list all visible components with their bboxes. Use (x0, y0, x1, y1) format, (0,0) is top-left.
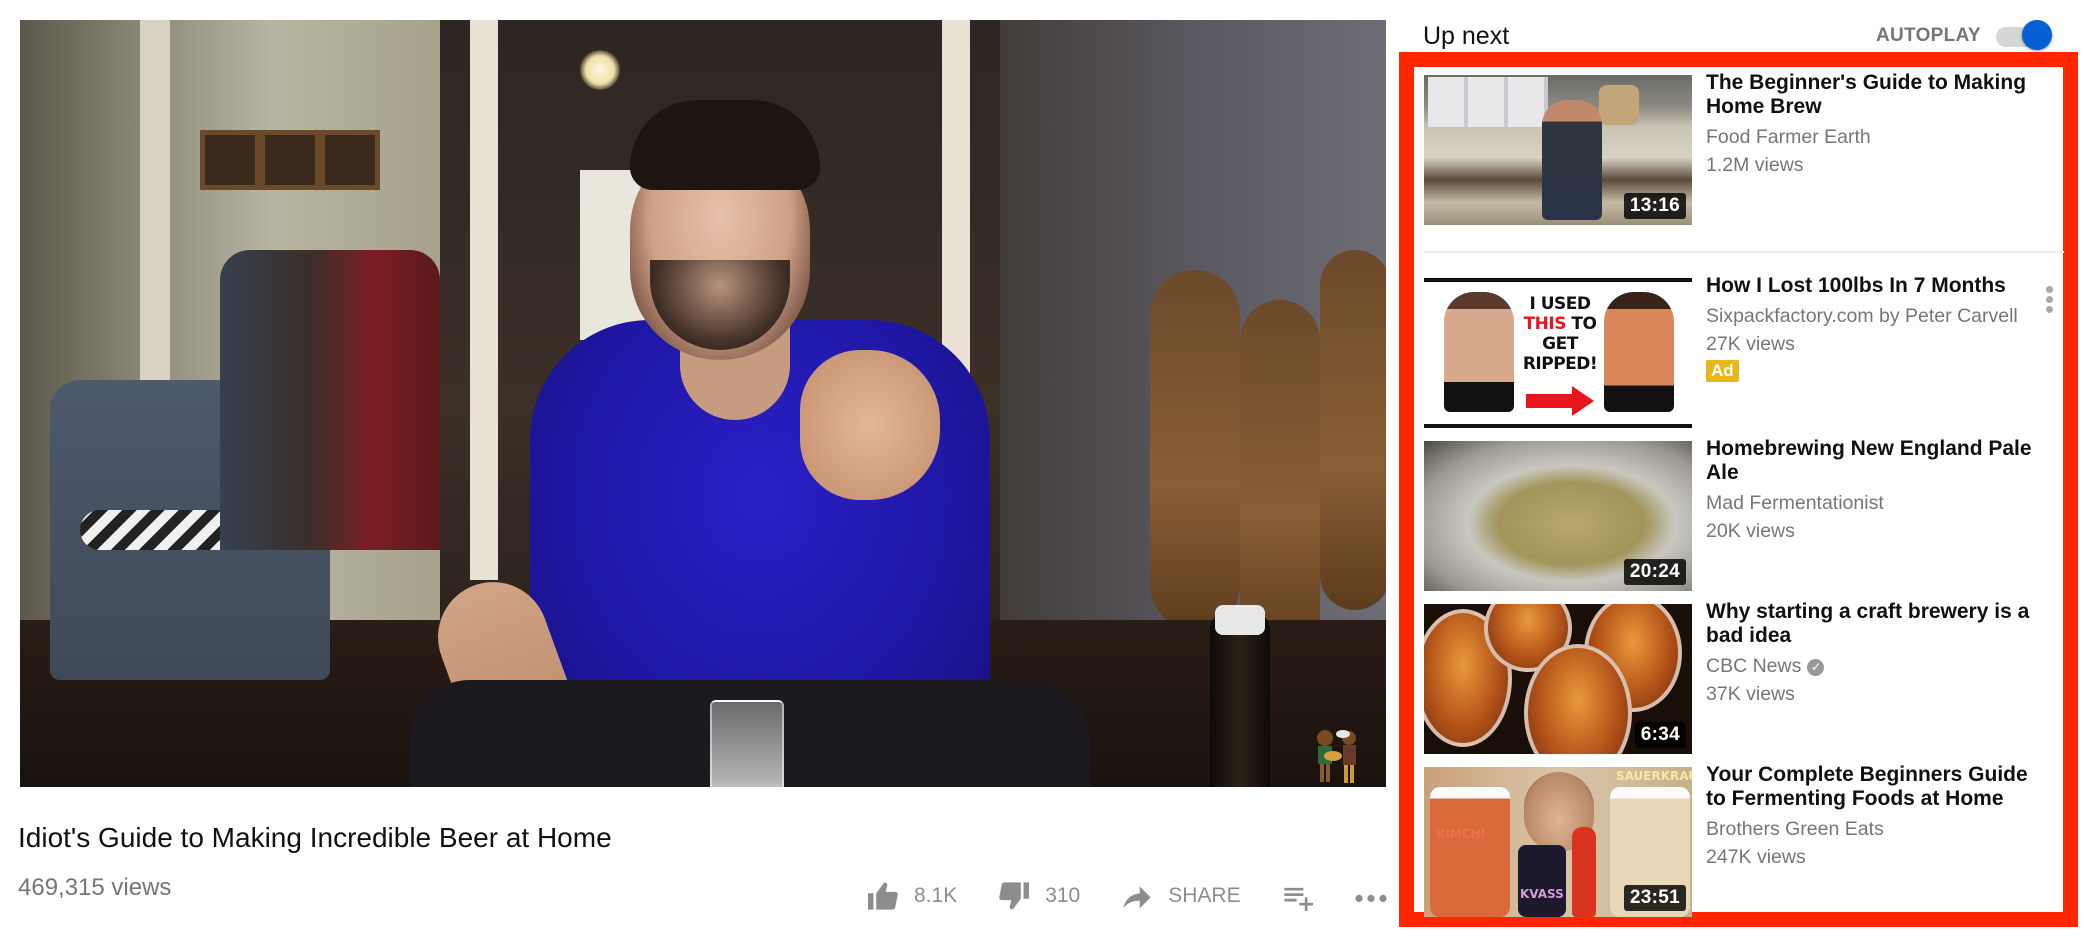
recommendation-item[interactable]: 6:34 Why starting a craft brewery is a b… (1424, 600, 2064, 754)
video-title: Idiot's Guide to Making Incredible Beer … (18, 822, 612, 853)
channel-name-row[interactable]: CBC News ✓ (1706, 652, 2046, 680)
video-person-hair (630, 100, 820, 190)
video-scene-bottle-cap (1215, 605, 1265, 635)
more-vertical-icon[interactable] (2042, 286, 2056, 314)
up-next-heading: Up next (1423, 22, 1510, 50)
video-thumbnail[interactable]: KIMCHI KVASS SAUERKRAUT 23:51 (1424, 767, 1692, 917)
video-scene-picture (200, 130, 260, 190)
video-scene-guitar (1150, 270, 1240, 630)
view-count: 469,315 views (18, 874, 172, 901)
channel-name[interactable]: Mad Fermentationist (1706, 489, 2046, 517)
recommendation-meta: Your Complete Beginners Guide to Ferment… (1706, 763, 2046, 871)
thumbs-up-icon (866, 881, 900, 911)
view-count: 1.2M views (1706, 154, 1804, 176)
thumb-label: SAUERKRAUT (1616, 769, 1692, 783)
video-person-hand (800, 350, 940, 500)
thumb-text-line: THIS TO (1520, 314, 1600, 334)
duration-badge: 13:16 (1623, 193, 1686, 219)
thumb-detail (1430, 787, 1510, 917)
recommendation-item[interactable]: 13:16 The Beginner's Guide to Making Hom… (1424, 71, 2064, 225)
recommendation-item[interactable]: 20:24 Homebrewing New England Pale Ale M… (1424, 437, 2064, 591)
recommendation-meta: Why starting a craft brewery is a bad id… (1706, 600, 2046, 708)
share-button[interactable]: SHARE (1120, 881, 1241, 911)
video-scene-coats (220, 250, 440, 550)
thumb-text-part: TO (1565, 314, 1597, 334)
recommendation-title[interactable]: Homebrewing New England Pale Ale (1706, 437, 2046, 485)
video-scene-bottle (1210, 610, 1270, 787)
divider (1424, 251, 2064, 253)
thumb-detail (1599, 85, 1639, 125)
autoplay-toggle[interactable] (1994, 20, 2052, 50)
like-count: 8.1K (914, 884, 958, 907)
thumb-detail (1542, 100, 1602, 220)
recommendation-meta: Homebrewing New England Pale Ale Mad Fer… (1706, 437, 2046, 545)
video-scene-picture (320, 130, 380, 190)
video-scene-lamp (580, 50, 620, 90)
more-horizontal-icon (1353, 881, 1389, 911)
video-scene-guitar (1320, 250, 1386, 610)
video-player[interactable] (20, 20, 1386, 787)
video-thumbnail[interactable]: 6:34 (1424, 604, 1692, 754)
toggle-knob (2022, 20, 2052, 50)
more-actions-button[interactable] (1353, 881, 1389, 911)
view-count: 27K views (1706, 333, 1795, 355)
thumb-text-line: I USED (1529, 294, 1591, 314)
add-to-playlist-icon (1281, 881, 1315, 911)
duration-badge: 20:24 (1623, 559, 1686, 585)
video-thumbnail[interactable]: I USED THIS TO GET RIPPED! (1424, 278, 1692, 428)
verified-check-icon: ✓ (1807, 659, 1825, 676)
thumb-detail (1518, 845, 1566, 917)
dislike-count: 310 (1045, 884, 1081, 907)
view-count: 20K views (1706, 520, 1795, 542)
channel-name[interactable]: Sixpackfactory.com by Peter Carvell (1706, 302, 2046, 330)
thumb-label: KIMCHI (1436, 827, 1486, 841)
add-to-playlist-button[interactable] (1281, 881, 1315, 911)
channel-name[interactable]: Food Farmer Earth (1706, 123, 2046, 151)
channel-name[interactable]: Brothers Green Eats (1706, 815, 2046, 843)
recommendation-meta: How I Lost 100lbs In 7 Months Sixpackfac… (1706, 274, 2046, 382)
recommendation-meta: The Beginner's Guide to Making Home Brew… (1706, 71, 2046, 179)
duration-badge: 6:34 (1634, 722, 1686, 748)
share-label: SHARE (1168, 884, 1241, 907)
video-scene-glass (710, 700, 784, 787)
view-count: 247K views (1706, 846, 1806, 868)
arrow-right-icon-head (1572, 386, 1594, 416)
thumb-text-line: GET (1542, 334, 1578, 354)
ad-badge: Ad (1706, 360, 1739, 382)
thumb-detail (1428, 77, 1548, 127)
view-count: 37K views (1706, 683, 1795, 705)
video-thumbnail[interactable]: 20:24 (1424, 441, 1692, 591)
thumb-text-highlight: THIS (1523, 314, 1567, 334)
thumb-detail (1444, 292, 1514, 412)
thumbs-down-icon (997, 881, 1031, 911)
thumb-text-line: RIPPED! (1522, 354, 1598, 374)
thumbnail-text: I USED THIS TO GET RIPPED! (1520, 294, 1600, 374)
thumb-detail (1572, 827, 1596, 917)
recommendation-title[interactable]: How I Lost 100lbs In 7 Months (1706, 274, 2046, 298)
like-button[interactable]: 8.1K (866, 881, 957, 911)
channel-name[interactable]: CBC News (1706, 655, 1801, 677)
thumb-label: KVASS (1520, 887, 1564, 901)
arrow-right-icon (1526, 394, 1574, 408)
autoplay-label: AUTOPLAY (1876, 25, 1981, 46)
duration-badge: 23:51 (1623, 885, 1686, 911)
dislike-button[interactable]: 310 (997, 881, 1080, 911)
recommendation-title[interactable]: Your Complete Beginners Guide to Ferment… (1706, 763, 2046, 811)
channel-watermark-icon[interactable] (1303, 720, 1373, 787)
thumb-detail (1604, 292, 1674, 412)
thumbnail-image: I USED THIS TO GET RIPPED! (1424, 278, 1692, 428)
recommendation-item[interactable]: KIMCHI KVASS SAUERKRAUT 23:51 Your Compl… (1424, 763, 2064, 917)
video-thumbnail[interactable]: 13:16 (1424, 75, 1692, 225)
video-actions-bar: 8.1K 310 SHARE (866, 876, 1389, 916)
recommendation-title[interactable]: Why starting a craft brewery is a bad id… (1706, 600, 2046, 648)
recommendation-title[interactable]: The Beginner's Guide to Making Home Brew (1706, 71, 2046, 119)
share-arrow-icon (1120, 881, 1154, 911)
video-scene-picture (260, 130, 320, 190)
recommendation-item-ad[interactable]: I USED THIS TO GET RIPPED! How I Lost 10… (1424, 274, 2064, 428)
